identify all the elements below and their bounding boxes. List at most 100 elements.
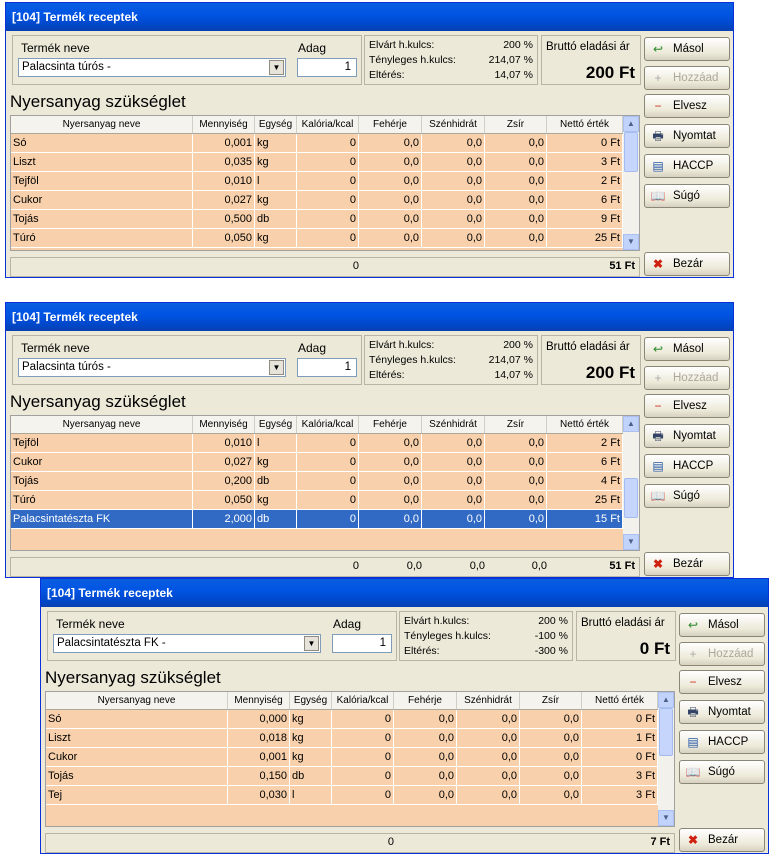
table-row[interactable]: Tejföl 0,010 l 0 0,0 0,0 0,0 2 Ft: [11, 434, 623, 453]
haccp-button[interactable]: ▤ HACCP: [644, 454, 730, 478]
close-button[interactable]: ✖ Bezár: [644, 252, 730, 276]
hozzáad-button[interactable]: + Hozzáad: [644, 366, 730, 390]
column-header[interactable]: Kalória/kcal: [332, 692, 394, 709]
scroll-thumb[interactable]: [659, 708, 673, 756]
column-header[interactable]: Zsír: [485, 416, 547, 433]
vertical-scrollbar[interactable]: ▲ ▼: [658, 692, 674, 826]
ingredients-table[interactable]: Nyersanyag neve Mennyiség Egység Kalória/kc…: [45, 691, 675, 827]
table-row[interactable]: Tojás 0,500 db 0 0,0 0,0 0,0 9 Ft: [11, 210, 623, 229]
scroll-thumb[interactable]: [624, 478, 638, 518]
table-cell: 0,0: [359, 510, 422, 529]
másol-button[interactable]: ↩ Másol: [679, 613, 765, 637]
column-header[interactable]: Zsír: [520, 692, 582, 709]
scroll-up-icon[interactable]: ▲: [658, 692, 674, 708]
product-combo[interactable]: Palacsintatészta FK - ▼: [53, 634, 321, 653]
close-button[interactable]: ✖ Bezár: [644, 552, 730, 576]
table-row[interactable]: Liszt 0,035 kg 0 0,0 0,0 0,0 3 Ft: [11, 153, 623, 172]
nyomtat-button[interactable]: 🖶 Nyomtat: [644, 424, 730, 448]
chevron-down-icon[interactable]: ▼: [269, 60, 284, 75]
haccp-button[interactable]: ▤ HACCP: [679, 730, 765, 754]
table-row[interactable]: Tej 0,030 l 0 0,0 0,0 0,0 3 Ft: [46, 786, 658, 805]
table-row[interactable]: Tejföl 0,010 l 0 0,0 0,0 0,0 2 Ft: [11, 172, 623, 191]
table-row[interactable]: Tojás 0,150 db 0 0,0 0,0 0,0 3 Ft: [46, 767, 658, 786]
elvesz-button[interactable]: − Elvesz: [644, 94, 730, 118]
scroll-up-icon[interactable]: ▲: [623, 116, 639, 132]
table-row[interactable]: Liszt 0,018 kg 0 0,0 0,0 0,0 1 Ft: [46, 729, 658, 748]
ingredients-table[interactable]: Nyersanyag neve Mennyiség Egység Kalória/kc…: [10, 115, 640, 251]
column-header[interactable]: Szénhidrát: [422, 116, 485, 133]
column-header[interactable]: Zsír: [485, 116, 547, 133]
column-header[interactable]: Nyersanyag neve: [11, 116, 193, 133]
column-header[interactable]: Kalória/kcal: [297, 416, 359, 433]
column-header[interactable]: Mennyiség: [228, 692, 290, 709]
adag-input[interactable]: 1: [332, 634, 392, 653]
elvesz-button[interactable]: − Elvesz: [679, 670, 765, 694]
stat-value: 214,07 %: [488, 354, 533, 366]
súgó-button[interactable]: 📖 Súgó: [644, 484, 730, 508]
table-cell: 0: [297, 229, 359, 248]
table-row[interactable]: Cukor 0,027 kg 0 0,0 0,0 0,0 6 Ft: [11, 191, 623, 210]
adag-input[interactable]: 1: [297, 58, 357, 77]
table-cell: 1 Ft: [582, 729, 658, 748]
chevron-down-icon[interactable]: ▼: [269, 360, 284, 375]
nyomtat-button[interactable]: 🖶 Nyomtat: [679, 700, 765, 724]
table-cell: 0,0: [422, 229, 485, 248]
table-row[interactable]: Tojás 0,200 db 0 0,0 0,0 0,0 4 Ft: [11, 472, 623, 491]
column-header[interactable]: Mennyiség: [193, 416, 255, 433]
column-header[interactable]: Nettó érték: [547, 416, 623, 433]
scroll-down-icon[interactable]: ▼: [658, 810, 674, 826]
column-header[interactable]: Nettó érték: [547, 116, 623, 133]
column-header[interactable]: Nyersanyag neve: [11, 416, 193, 433]
hozzáad-button[interactable]: + Hozzáad: [644, 66, 730, 90]
chevron-down-icon[interactable]: ▼: [304, 636, 319, 651]
table-cell: 0: [297, 434, 359, 453]
column-header[interactable]: Szénhidrát: [422, 416, 485, 433]
column-header[interactable]: Egység: [255, 116, 297, 133]
close-icon: ✖: [687, 833, 699, 847]
product-group: Termék neve Palacsintatészta FK - ▼ Adag…: [47, 611, 397, 661]
price-value: 200 Ft: [585, 63, 635, 82]
table-row[interactable]: Só 0,001 kg 0 0,0 0,0 0,0 0 Ft: [11, 134, 623, 153]
nyomtat-button[interactable]: 🖶 Nyomtat: [644, 124, 730, 148]
súgó-button[interactable]: 📖 Súgó: [644, 184, 730, 208]
elvesz-button[interactable]: − Elvesz: [644, 394, 730, 418]
scroll-up-icon[interactable]: ▲: [623, 416, 639, 432]
button-label: Bezár: [708, 834, 739, 846]
add-icon: +: [689, 647, 697, 661]
másol-button[interactable]: ↩ Másol: [644, 337, 730, 361]
margin-stats: Elvárt h.kulcs: 200 % Tényleges h.kulcs:…: [364, 335, 538, 385]
table-row[interactable]: Cukor 0,001 kg 0 0,0 0,0 0,0 0 Ft: [46, 748, 658, 767]
column-header[interactable]: Mennyiség: [193, 116, 255, 133]
adag-input[interactable]: 1: [297, 358, 357, 377]
súgó-button[interactable]: 📖 Súgó: [679, 760, 765, 784]
close-button[interactable]: ✖ Bezár: [679, 828, 765, 852]
column-header[interactable]: Nettó érték: [582, 692, 658, 709]
ingredients-table[interactable]: Nyersanyag neve Mennyiség Egység Kalória/kc…: [10, 415, 640, 551]
column-header[interactable]: Fehérje: [359, 116, 422, 133]
másol-button[interactable]: ↩ Másol: [644, 37, 730, 61]
column-header[interactable]: Kalória/kcal: [297, 116, 359, 133]
hozzáad-button[interactable]: + Hozzáad: [679, 642, 765, 666]
table-row[interactable]: Cukor 0,027 kg 0 0,0 0,0 0,0 6 Ft: [11, 453, 623, 472]
table-row[interactable]: Só 0,000 kg 0 0,0 0,0 0,0 0 Ft: [46, 710, 658, 729]
scroll-down-icon[interactable]: ▼: [623, 534, 639, 550]
scroll-down-icon[interactable]: ▼: [623, 234, 639, 250]
product-combo[interactable]: Palacsinta túrós - ▼: [18, 358, 286, 377]
table-cell: 0,001: [228, 748, 290, 767]
table-cell: Liszt: [11, 153, 193, 172]
haccp-button[interactable]: ▤ HACCP: [644, 154, 730, 178]
column-header[interactable]: Fehérje: [394, 692, 457, 709]
table-row[interactable]: Palacsintatészta FK 2,000 db 0 0,0 0,0 0,0 15 F…: [11, 510, 623, 529]
column-header[interactable]: Fehérje: [359, 416, 422, 433]
column-header[interactable]: Egység: [255, 416, 297, 433]
scroll-thumb[interactable]: [624, 132, 638, 172]
table-cell: 0,0: [394, 767, 457, 786]
column-header[interactable]: Szénhidrát: [457, 692, 520, 709]
table-row[interactable]: Túró 0,050 kg 0 0,0 0,0 0,0 25 Ft: [11, 491, 623, 510]
table-row[interactable]: Túró 0,050 kg 0 0,0 0,0 0,0 25 Ft: [11, 229, 623, 248]
vertical-scrollbar[interactable]: ▲ ▼: [623, 116, 639, 250]
column-header[interactable]: Egység: [290, 692, 332, 709]
column-header[interactable]: Nyersanyag neve: [46, 692, 228, 709]
vertical-scrollbar[interactable]: ▲ ▼: [623, 416, 639, 550]
product-combo[interactable]: Palacsinta túrós - ▼: [18, 58, 286, 77]
